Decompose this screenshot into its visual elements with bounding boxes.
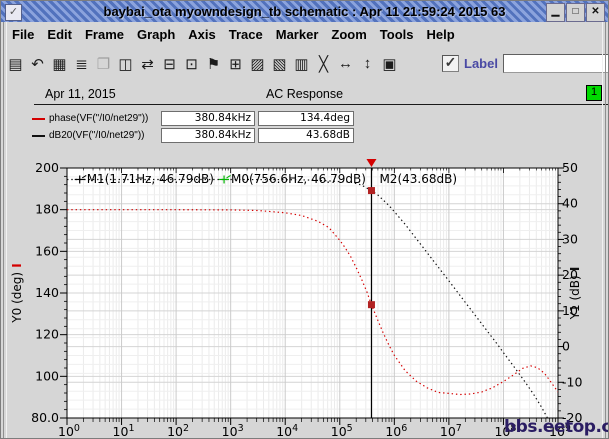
x-tick-label: 106 [385,423,407,439]
label-flag-icon[interactable]: ⚑ [203,53,224,74]
menu-axis[interactable]: Axis [183,24,220,45]
zoom-y-fit-icon[interactable]: ↕ [357,53,378,74]
trace-legend: phase(VF("/I0/net29")) 380.84kHz 134.4deg d… [1,111,608,145]
menubar: File Edit Frame Graph Axis Trace Marker Zoom Too… [1,22,608,48]
menu-frame[interactable]: Frame [80,24,129,45]
table-icon[interactable]: ⊞ [225,53,246,74]
menu-file[interactable]: File [7,24,39,45]
trace-swatch [32,134,45,137]
menu-trace[interactable]: Trace [224,24,268,45]
copy-graph-icon[interactable]: ❐ [93,53,114,74]
marker-vline-pointer[interactable] [366,159,377,167]
print-icon[interactable]: ▤ [5,53,26,74]
x-tick-label: 100 [58,423,80,439]
legend-row[interactable]: phase(VF("/I0/net29")) 380.84kHz 134.4deg [1,111,608,126]
legend-row[interactable]: dB20(VF("/I0/net29")) 380.84kHz 43.68dB [1,128,608,143]
trace-marker-frequency: 380.84kHz [161,111,255,126]
menu-graph[interactable]: Graph [132,24,180,45]
strip-chart-icon[interactable]: ▨ [247,53,268,74]
toolbar: ▤ ↶ ▦ ≣ ❐ ◫ ⇄ ⊟ ⊡ ⚑ ⊞ ▨ ▧ ▥ ╳ ↔ ↕ ▣ ✓ Label [1,47,608,80]
subwindow-badge[interactable]: 1 [586,85,602,101]
overlay-chart-icon[interactable]: ▧ [269,53,290,74]
close-button[interactable]: ✕ [586,3,605,22]
minimize-button[interactable]: ▁ [546,3,565,22]
split-window-icon[interactable]: ◫ [115,53,136,74]
y0-tick-label: 160 [35,243,59,258]
maximize-button[interactable]: □ [566,3,585,22]
y0-axis-title: Y0 (deg) I [10,263,24,323]
y0-tick-label: 140 [35,285,59,300]
x-tick-label: 105 [331,423,353,439]
watermark: bbs.eetop.cn [504,417,608,437]
y0-tick-label: 80.0 [31,410,59,425]
y1-tick-label: 40 [562,196,578,211]
trace-name: phase(VF("/I0/net29")) [49,113,149,124]
swap-window-icon[interactable]: ⇄ [137,53,158,74]
zoom-corners-icon[interactable]: ▣ [379,53,400,74]
menu-tools[interactable]: Tools [375,24,419,45]
strips-icon[interactable]: ≣ [71,53,92,74]
window-controls: ▁ □ ✕ [546,3,605,22]
trace-marker-frequency: 380.84kHz [161,128,255,143]
window-left-frame [3,22,7,438]
calculator-icon[interactable]: ▥ [291,53,312,74]
trace-marker-value: 43.68dB [258,128,354,143]
label-checkbox-label: Label [464,56,498,71]
header-divider [34,104,608,105]
toolbar-icons: ▤ ↶ ▦ ≣ ❐ ◫ ⇄ ⊟ ⊡ ⚑ ⊞ ▨ ▧ ▥ ╳ ↔ ↕ ▣ [5,53,401,74]
menu-edit[interactable]: Edit [42,24,77,45]
plot-title: AC Response [265,87,344,101]
y1-tick-label: -10 [562,374,582,389]
application-window: ✓ baybai_ota myowndesign_tb schematic : … [0,0,609,439]
y1-tick-label: 30 [562,231,578,246]
ac-response-chart[interactable]: M1(1.71Hz, 46.79dB) M0(756.6Hz, 46.79dB) M… [1,151,609,439]
menu-help[interactable]: Help [421,24,459,45]
trace-marker-value: 134.4deg [258,111,354,126]
menu-zoom[interactable]: Zoom [326,24,371,45]
x-tick-label: 104 [276,423,298,439]
y1-axis-title: Y1 (dB) I [568,267,582,321]
grid-icon[interactable]: ▦ [49,53,70,74]
marker-m2-point[interactable] [367,187,375,195]
x-tick-label: 103 [222,423,244,439]
marker-m1-label: M1(1.71Hz, 46.79dB) [87,172,214,186]
trace-name: dB20(VF("/I0/net29")) [49,130,145,141]
label-checkbox[interactable]: ✓ [442,55,459,72]
subwindow-icon[interactable]: ⊟ [159,53,180,74]
zoom-x-fit-icon[interactable]: ↔ [335,53,356,74]
y0-tick-label: 100 [35,368,59,383]
y0-tick-label: 120 [35,327,59,342]
y1-tick-label: 0 [562,339,570,354]
zoom-fit-icon[interactable]: ╳ [313,53,334,74]
vline-intersection-marker[interactable] [367,301,375,309]
titlebar[interactable]: ✓ baybai_ota myowndesign_tb schematic : … [1,1,608,23]
x-tick-label: 102 [167,423,189,439]
x-tick-label: 101 [113,423,135,439]
y0-tick-label: 180 [35,202,59,217]
trace-swatch [32,117,45,120]
menu-marker[interactable]: Marker [271,24,324,45]
y1-tick-label: 50 [562,160,578,175]
window-title: baybai_ota myowndesign_tb schematic : Ap… [103,4,506,19]
marker-m0-label: M0(756.6Hz, 46.79dB) [231,172,366,186]
undo-icon[interactable]: ↶ [27,53,48,74]
x-tick-label: 107 [440,423,462,439]
pan-window-icon[interactable]: ⊡ [181,53,202,74]
marker-m2-label: M2(43.68dB) [379,172,457,186]
y0-tick-label: 200 [35,160,59,175]
label-input[interactable] [502,54,608,73]
window-right-frame [602,22,606,438]
